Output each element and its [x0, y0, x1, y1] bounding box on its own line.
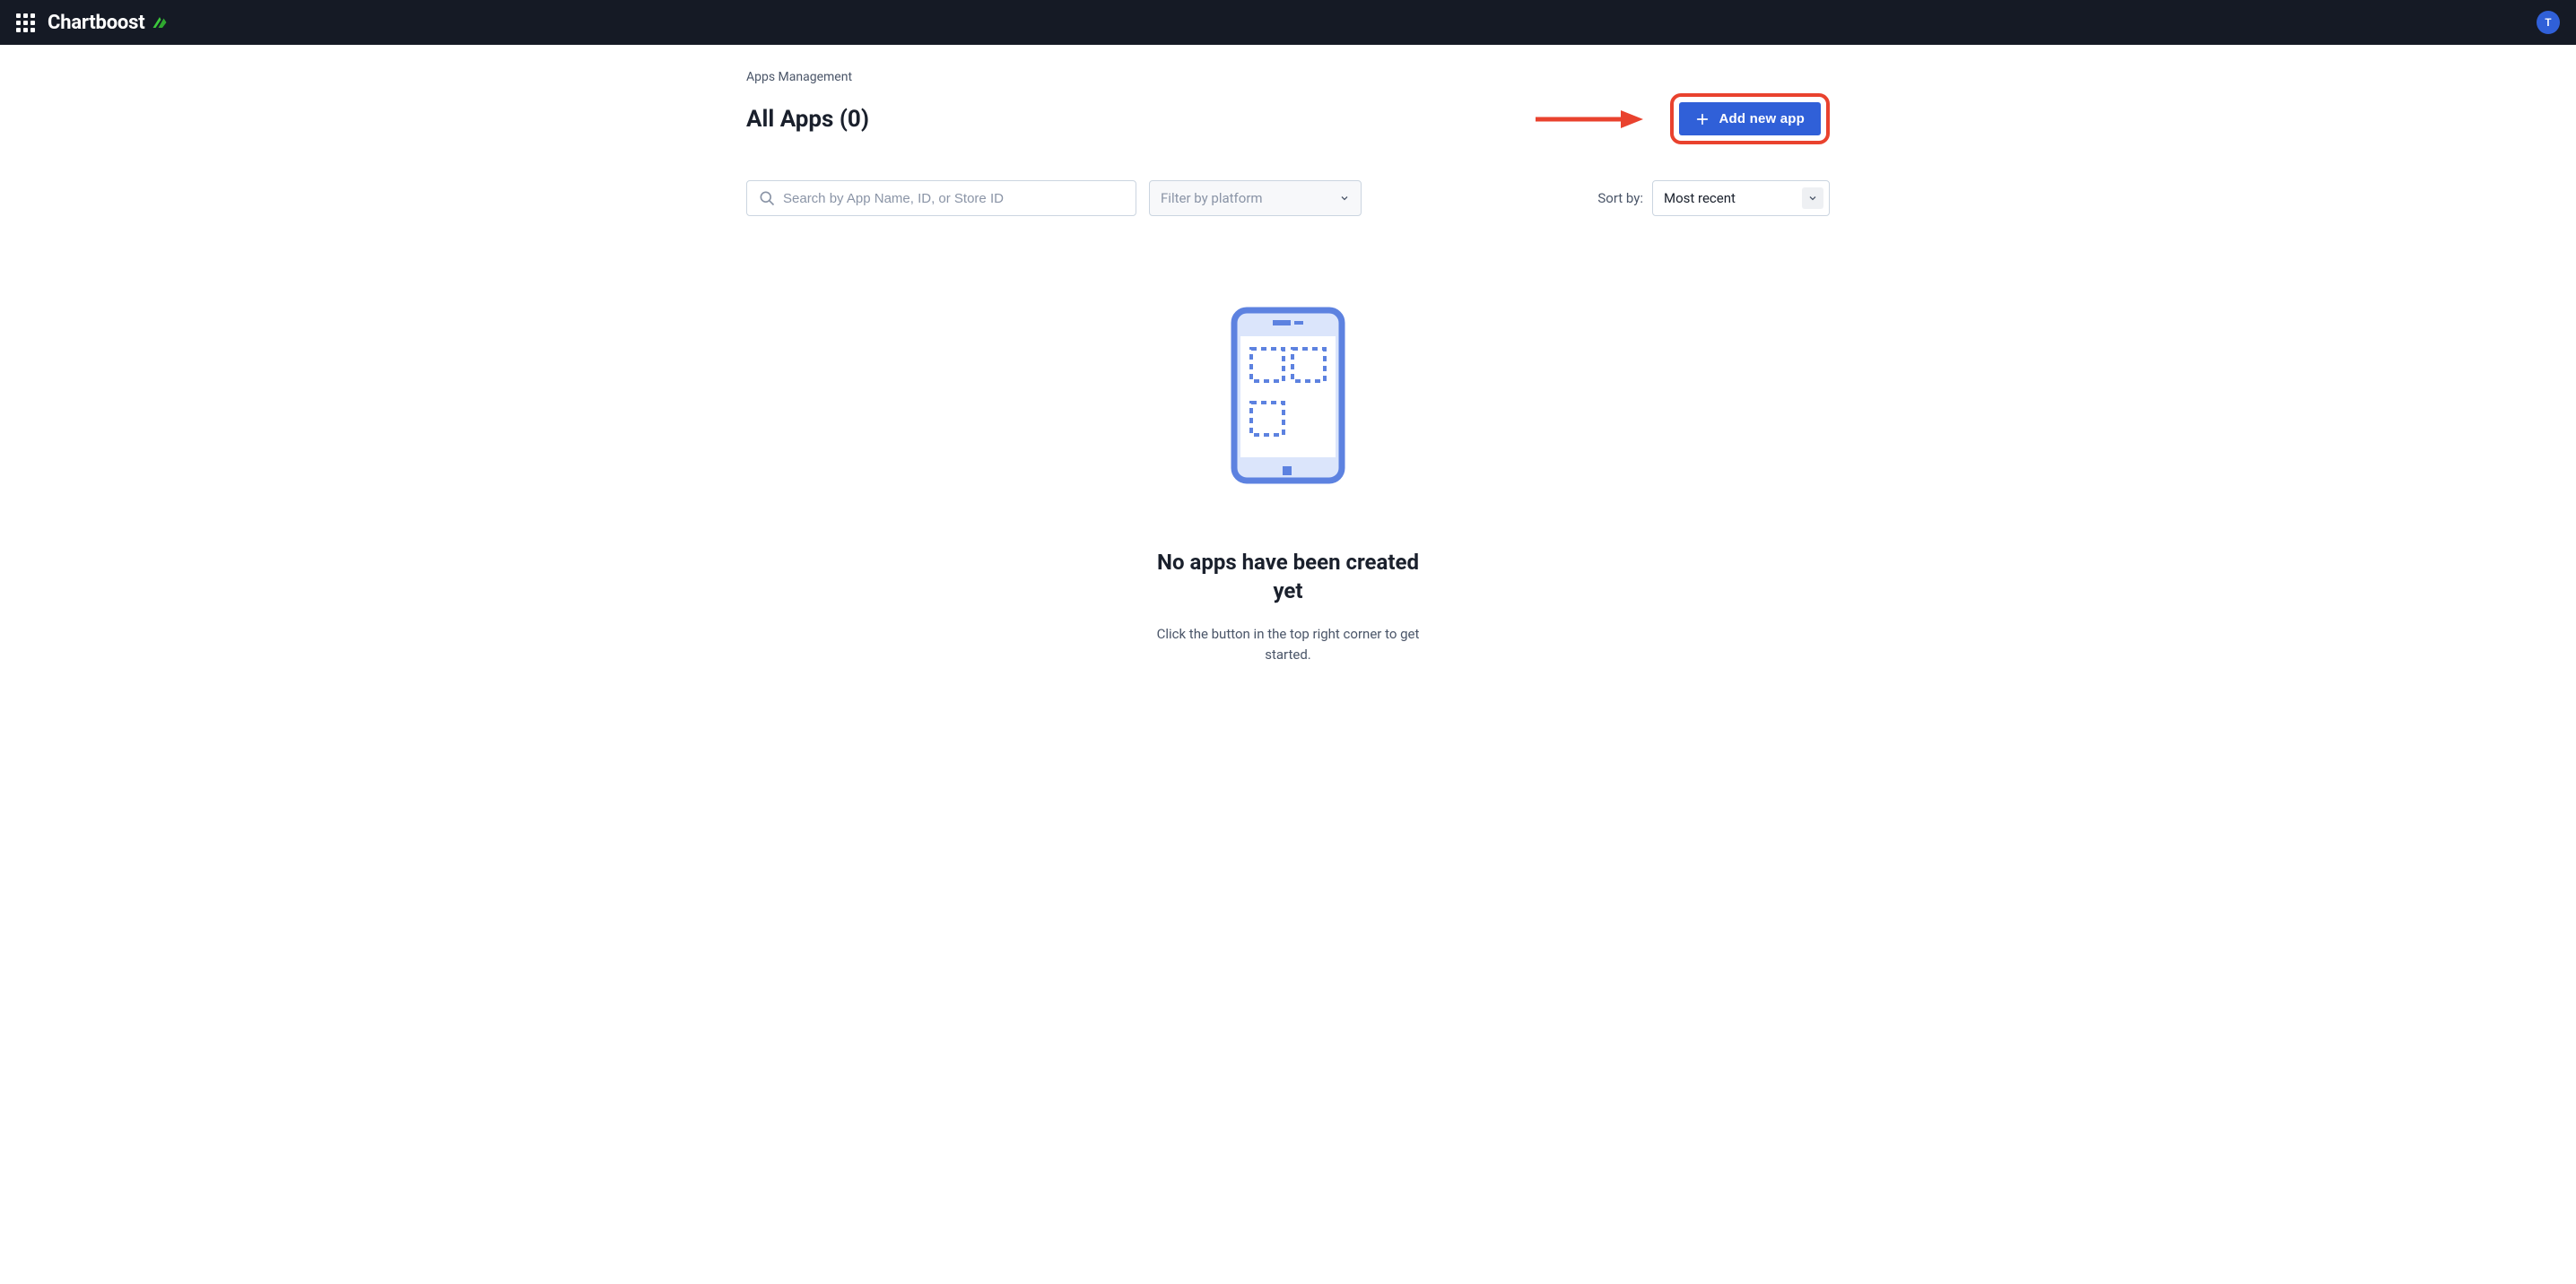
navbar-left: Chartboost [16, 12, 168, 34]
sort-group: Sort by: Most recent [1597, 180, 1830, 216]
empty-state-title: No apps have been created yet [1144, 548, 1432, 606]
brand-mark-icon [152, 14, 168, 30]
add-button-label: Add new app [1719, 111, 1805, 126]
empty-state: No apps have been created yet Click the … [746, 252, 1830, 665]
search-field-wrap[interactable] [746, 180, 1136, 216]
user-avatar[interactable]: T [2537, 11, 2560, 34]
apps-grid-icon[interactable] [16, 13, 35, 32]
main-container: Apps Management All Apps (0) Add new app [732, 45, 1844, 701]
empty-state-subtitle: Click the button in the top right corner… [1153, 624, 1423, 666]
sort-label: Sort by: [1597, 190, 1643, 206]
brand-logo-group[interactable]: Chartboost [48, 12, 168, 34]
annotation-arrow-icon [1536, 108, 1643, 130]
sort-select[interactable]: Most recent [1652, 180, 1830, 216]
plus-icon [1695, 112, 1710, 126]
brand-name: Chartboost [48, 12, 144, 34]
avatar-initial: T [2545, 16, 2551, 29]
chevron-down-icon [1339, 193, 1350, 204]
search-icon [758, 189, 776, 207]
annotation-highlight-box: Add new app [1670, 93, 1830, 144]
platform-filter-placeholder: Filter by platform [1161, 190, 1263, 206]
sort-selected-value: Most recent [1664, 190, 1736, 206]
empty-phone-icon [1230, 306, 1346, 485]
page-title: All Apps (0) [746, 106, 869, 133]
search-input[interactable] [783, 191, 1125, 206]
platform-filter-select[interactable]: Filter by platform [1149, 180, 1362, 216]
title-row: All Apps (0) Add new app [746, 93, 1830, 144]
top-navbar: Chartboost T [0, 0, 2576, 45]
add-new-app-button[interactable]: Add new app [1679, 102, 1821, 135]
breadcrumb: Apps Management [746, 70, 1830, 84]
sort-chevron-box [1802, 187, 1823, 209]
chevron-down-icon [1807, 193, 1818, 204]
filter-row: Filter by platform Sort by: Most recent [746, 180, 1830, 216]
